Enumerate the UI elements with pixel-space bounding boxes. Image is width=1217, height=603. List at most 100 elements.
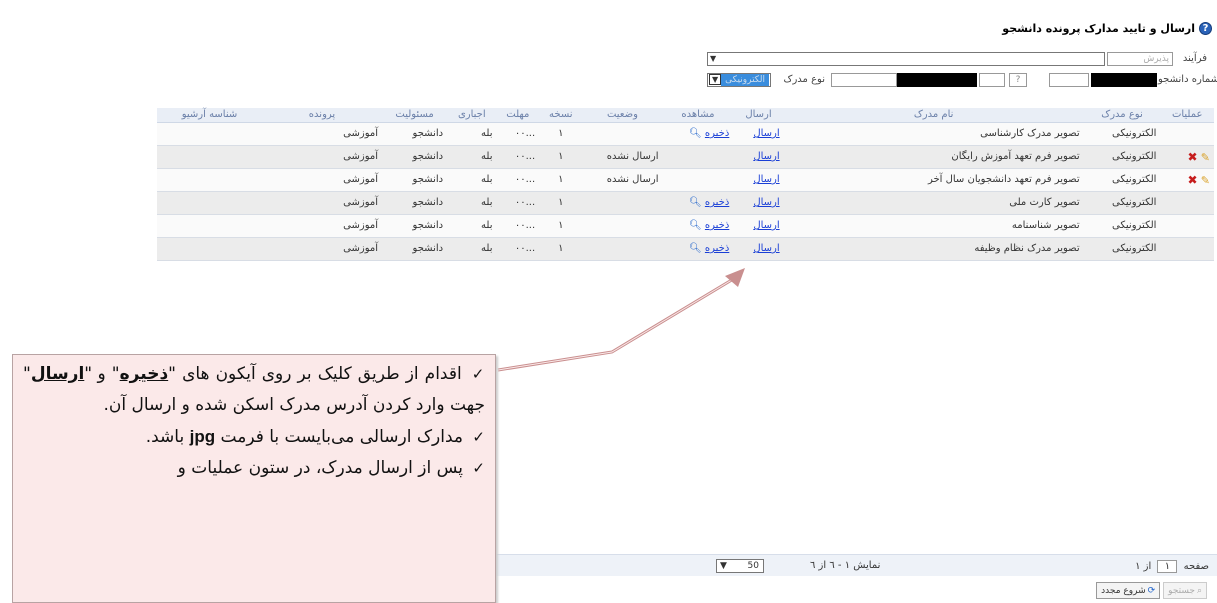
row-copy: ۱ (539, 191, 583, 215)
row-doc-type: الکترونیکی (1083, 191, 1161, 215)
process-select[interactable]: ▼ (707, 52, 1105, 66)
send-link[interactable]: ارسال (753, 220, 779, 231)
doc-type-select[interactable]: الکترونیکی ▼ (707, 73, 771, 87)
row-responsibility: دانشجو (382, 191, 448, 215)
row-mandatory: بله (447, 237, 497, 261)
row-archive-id (157, 191, 262, 215)
magnifier-icon[interactable]: 🔍︎ (689, 220, 702, 231)
row-file: آموزشی (262, 214, 382, 238)
callout-text: و (97, 364, 106, 384)
search-button[interactable]: ⌕ جستجو (1163, 582, 1207, 599)
instruction-callout: ✓ اقدام از طریق کلیک بر روی آیکون های "ذ… (12, 354, 496, 603)
col-status[interactable]: وضعیت (582, 108, 663, 123)
magnifier-icon[interactable]: 🔍︎ (689, 197, 702, 208)
row-copy: ۱ (539, 145, 583, 169)
col-operations[interactable]: عملیات (1160, 108, 1214, 123)
row-send: ارسال (733, 237, 784, 261)
callout-item-1: ✓ اقدام از طریق کلیک بر روی آیکون های "ذ… (23, 364, 485, 415)
row-send: ارسال (733, 122, 784, 146)
row-deadline: ...۰۰ (496, 237, 540, 261)
row-responsibility: دانشجو (382, 168, 448, 192)
send-link[interactable]: ارسال (753, 128, 779, 139)
col-doc-type[interactable]: نوع مدرک (1083, 108, 1161, 123)
row-archive-id (157, 145, 262, 169)
row-doc-type: الکترونیکی (1083, 168, 1161, 192)
send-link[interactable]: ارسال (753, 151, 779, 162)
row-responsibility: دانشجو (382, 122, 448, 146)
save-link[interactable]: ذخیره (705, 197, 729, 208)
row-status: ارسال نشده (582, 145, 663, 169)
callout-format: jpg (189, 427, 216, 446)
checkmark-icon: ✓ (472, 428, 485, 446)
lookup-icon[interactable]: ? (1009, 73, 1027, 87)
student-family-field (831, 73, 897, 87)
edit-icon[interactable]: ✎ (1201, 151, 1210, 164)
row-mandatory: بله (447, 168, 497, 192)
doc-type-value: الکترونیکی (721, 74, 769, 86)
callout-save-word: ذخیره (119, 364, 169, 384)
col-mandatory[interactable]: اجباری (447, 108, 497, 123)
send-link[interactable]: ارسال (753, 243, 779, 254)
row-doc-type: الکترونیکی (1083, 237, 1161, 261)
row-doc-type: الکترونیکی (1083, 145, 1161, 169)
checkmark-icon: ✓ (471, 365, 485, 383)
row-archive-id (157, 122, 262, 146)
restart-button-label: شروع مجدد (1101, 585, 1146, 596)
student-number-input[interactable] (1091, 73, 1157, 87)
row-responsibility: دانشجو (382, 214, 448, 238)
col-deadline[interactable]: مهلت (496, 108, 540, 123)
magnifier-icon[interactable]: 🔍︎ (689, 243, 702, 254)
process-label: فرآیند (1182, 53, 1207, 64)
row-status: ارسال نشده (582, 168, 663, 192)
student-extra-input[interactable] (1049, 73, 1089, 87)
row-copy: ۱ (539, 122, 583, 146)
row-mandatory: بله (447, 145, 497, 169)
save-link[interactable]: ذخیره (705, 128, 729, 139)
row-operations: ✎ ✖ (1160, 168, 1214, 192)
row-file: آموزشی (262, 145, 382, 169)
restart-button[interactable]: ⟳ شروع مجدد (1096, 582, 1161, 599)
row-status (582, 214, 663, 238)
row-status (582, 122, 663, 146)
col-file[interactable]: پرونده (262, 108, 382, 123)
doc-type-label: نوع مدرک (783, 74, 825, 85)
page-number-input[interactable]: ۱ (1157, 560, 1178, 573)
send-link[interactable]: ارسال (753, 197, 779, 208)
process-input[interactable]: پذیرش (1107, 52, 1173, 66)
row-archive-id (157, 168, 262, 192)
col-send[interactable]: ارسال (733, 108, 784, 123)
page-indicator: صفحه ۱ از ۱ (1135, 560, 1209, 573)
col-responsibility[interactable]: مسئولیت (382, 108, 448, 123)
records-info: نمایش ۱ - ٦ از ٦ (810, 560, 881, 571)
row-doc-name: تصویر شناسنامه (783, 214, 1084, 238)
save-link[interactable]: ذخیره (705, 243, 729, 254)
checkmark-icon: ✓ (472, 459, 485, 477)
row-archive-id (157, 214, 262, 238)
page-label: صفحه (1183, 561, 1209, 572)
col-archive-id[interactable]: شناسه آرشیو (157, 108, 262, 123)
refresh-icon: ⟳ (1147, 585, 1156, 596)
send-link[interactable]: ارسال (753, 174, 779, 185)
row-doc-name: تصویر کارت ملی (783, 191, 1084, 215)
search-button-label: جستجو (1168, 585, 1195, 596)
student-id-input[interactable] (979, 73, 1005, 87)
documents-table: عملیات نوع مدرک نام مدرک ارسال مشاهده وض… (157, 108, 1214, 261)
help-icon[interactable]: ? (1199, 22, 1212, 35)
edit-icon[interactable]: ✎ (1201, 174, 1210, 187)
delete-icon[interactable]: ✖ (1188, 173, 1198, 187)
col-copy[interactable]: نسخه (539, 108, 583, 123)
col-view[interactable]: مشاهده (662, 108, 734, 123)
delete-icon[interactable]: ✖ (1188, 150, 1198, 164)
col-doc-name[interactable]: نام مدرک (783, 108, 1084, 123)
table-row: الکترونیکی تصویر کارت ملی ارسال ذخیره 🔍︎… (157, 191, 1214, 215)
row-doc-type: الکترونیکی (1083, 214, 1161, 238)
row-responsibility: دانشجو (382, 237, 448, 261)
callout-item-2: ✓ مدارک ارسالی می‌بایست با فرمت jpg باشد… (23, 421, 485, 453)
row-file: آموزشی (262, 168, 382, 192)
row-deadline: ...۰۰ (496, 145, 540, 169)
magnifier-icon[interactable]: 🔍︎ (689, 128, 702, 139)
row-view (662, 168, 734, 192)
chevron-down-icon: ▼ (710, 54, 717, 63)
page-size-select[interactable]: 50 ▼ (716, 559, 764, 573)
save-link[interactable]: ذخیره (705, 220, 729, 231)
